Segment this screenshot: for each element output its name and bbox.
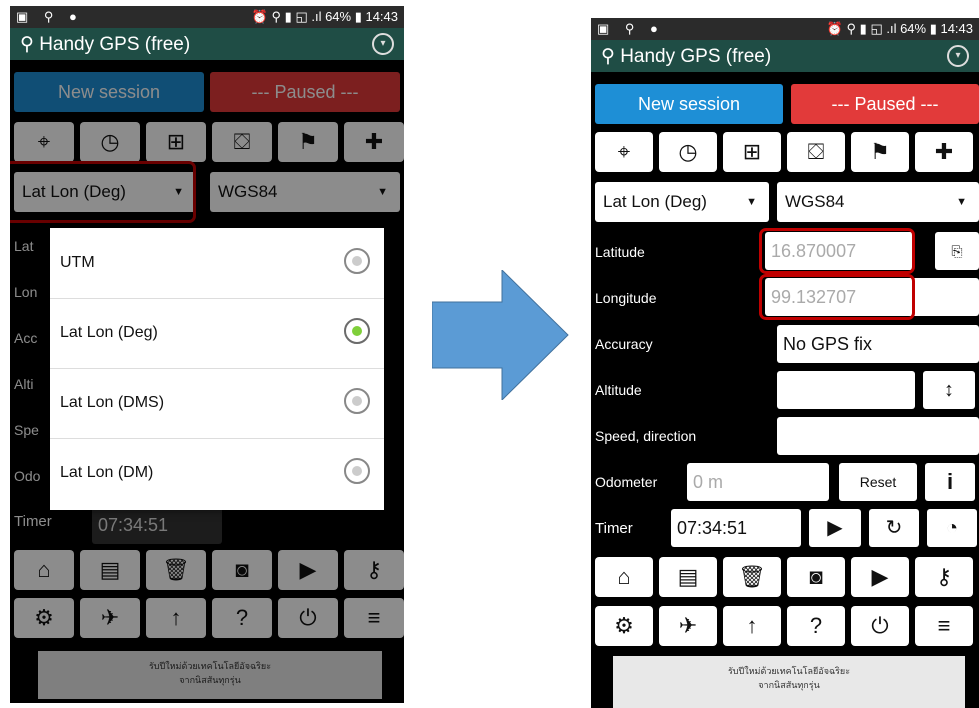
option-utm[interactable]: UTM bbox=[50, 228, 384, 299]
phone-screenshot-before: ▣ ⚲ ● ⏰ ⚲ ▮ ◱ .ıl 64% ▮ 14:43 ⚲ Handy GP… bbox=[10, 6, 404, 703]
app-title: ⚲ Handy GPS (free) bbox=[601, 46, 772, 67]
up-arrow-icon[interactable]: ↑ bbox=[723, 606, 781, 646]
accuracy-field: No GPS fix bbox=[777, 325, 979, 363]
odometer-label: Odometer bbox=[595, 474, 658, 490]
status-left-icons: ▣ ⚲ ● bbox=[597, 21, 664, 36]
help-icon[interactable]: ? bbox=[787, 606, 845, 646]
plus-icon[interactable]: ✚ bbox=[915, 132, 973, 172]
option-lat-lon-deg[interactable]: Lat Lon (Deg) bbox=[50, 298, 384, 369]
trash-icon[interactable]: 🗑 bbox=[723, 557, 781, 597]
play-icon[interactable]: ▶ bbox=[851, 557, 909, 597]
timer-label: Timer bbox=[595, 520, 633, 537]
settings-icon[interactable]: ⚙ bbox=[595, 606, 653, 646]
option-label: Lat Lon (Deg) bbox=[60, 324, 158, 341]
power-icon[interactable]: ⏻ bbox=[851, 606, 909, 646]
camera-icon[interactable]: ◙ bbox=[787, 557, 845, 597]
transition-arrow-icon bbox=[431, 268, 570, 405]
latitude-label: Latitude bbox=[595, 244, 645, 260]
ad-line1: รับปีใหม่ด้วยเทคโนโลยีอัจฉริยะ bbox=[727, 666, 851, 676]
map-icon[interactable]: ⛋ bbox=[787, 132, 845, 172]
highlight-latitude bbox=[759, 228, 915, 274]
status-bar: ▣ ⚲ ● ⏰ ⚲ ▮ ◱ .ıl 64% ▮ 14:43 bbox=[591, 18, 979, 40]
app-title-bar: ⚲ Handy GPS (free) ▾ bbox=[10, 28, 404, 60]
speed-field bbox=[777, 417, 979, 455]
ad-banner[interactable]: รับปีใหม่ด้วยเทคโนโลยีอัจฉริยะ จากนิสสัน… bbox=[613, 656, 965, 708]
start-timer-icon[interactable]: ▶ bbox=[809, 509, 861, 547]
ad-line2: จากนิสสันทุกรุ่น bbox=[758, 680, 820, 690]
altitude-field bbox=[777, 371, 915, 409]
menu-icon[interactable]: ≡ bbox=[915, 606, 973, 646]
altitude-toggle-icon[interactable]: ↕ bbox=[923, 371, 975, 409]
app-title-bar: ⚲ Handy GPS (free) ▾ bbox=[591, 40, 979, 72]
reset-timer-icon[interactable]: ↻ bbox=[869, 509, 919, 547]
odometer-field: 0 m bbox=[687, 463, 829, 501]
option-label: UTM bbox=[60, 254, 95, 271]
longitude-label: Longitude bbox=[595, 290, 657, 306]
coord-format-dialog: UTM Lat Lon (Deg) Lat Lon (DMS) Lat Lon … bbox=[50, 228, 384, 510]
radio-unselected[interactable] bbox=[344, 458, 370, 484]
speed-label: Speed, direction bbox=[595, 428, 697, 444]
crosshair-icon[interactable]: ⌖ bbox=[595, 132, 653, 172]
altitude-label: Altitude bbox=[595, 382, 642, 398]
flag-icon[interactable]: ⚑ bbox=[851, 132, 909, 172]
info-icon[interactable]: i bbox=[925, 463, 975, 501]
option-lat-lon-dms[interactable]: Lat Lon (DMS) bbox=[50, 368, 384, 439]
accuracy-label: Accuracy bbox=[595, 336, 653, 352]
status-bar: ▣ ⚲ ● ⏰ ⚲ ▮ ◱ .ıl 64% ▮ 14:43 bbox=[10, 6, 404, 28]
speedometer-icon[interactable]: ◔ bbox=[927, 509, 977, 547]
save-icon[interactable]: ▤ bbox=[659, 557, 717, 597]
option-label: Lat Lon (DM) bbox=[60, 464, 154, 481]
radio-unselected[interactable] bbox=[344, 248, 370, 274]
status-right: ⏰ ⚲ ▮ ◱ .ıl 64% ▮ 14:43 bbox=[826, 21, 973, 36]
overflow-menu-icon[interactable]: ▾ bbox=[947, 45, 969, 67]
paused-button[interactable]: --- Paused --- bbox=[791, 84, 979, 124]
status-right: ⏰ ⚲ ▮ ◱ .ıl 64% ▮ 14:43 bbox=[251, 9, 398, 24]
flashlight-icon[interactable]: ⚷ bbox=[915, 557, 973, 597]
datum-select[interactable]: WGS84 ▼ bbox=[777, 182, 979, 222]
status-left-icons: ▣ ⚲ ● bbox=[16, 9, 83, 24]
copy-icon[interactable]: ⎘ bbox=[935, 232, 979, 270]
phone-screenshot-after: ▣ ⚲ ● ⏰ ⚲ ▮ ◱ .ıl 64% ▮ 14:43 ⚲ Handy GP… bbox=[591, 18, 979, 708]
coord-format-select[interactable]: Lat Lon (Deg) ▼ bbox=[595, 182, 769, 222]
timer-field: 07:34:51 bbox=[671, 509, 801, 547]
new-session-button[interactable]: New session bbox=[595, 84, 783, 124]
reset-button[interactable]: Reset bbox=[839, 463, 917, 501]
radio-selected[interactable] bbox=[344, 318, 370, 344]
overflow-menu-icon[interactable]: ▾ bbox=[372, 33, 394, 55]
highlight-longitude bbox=[759, 274, 915, 320]
radio-unselected[interactable] bbox=[344, 388, 370, 414]
app-title: ⚲ Handy GPS (free) bbox=[20, 34, 191, 55]
compass-icon[interactable]: ◷ bbox=[659, 132, 717, 172]
grid-icon[interactable]: ⊞ bbox=[723, 132, 781, 172]
folder-icon[interactable]: ⌂ bbox=[595, 557, 653, 597]
option-lat-lon-dm[interactable]: Lat Lon (DM) bbox=[50, 438, 384, 508]
option-label: Lat Lon (DMS) bbox=[60, 394, 165, 411]
satellite-icon[interactable]: ✈ bbox=[659, 606, 717, 646]
